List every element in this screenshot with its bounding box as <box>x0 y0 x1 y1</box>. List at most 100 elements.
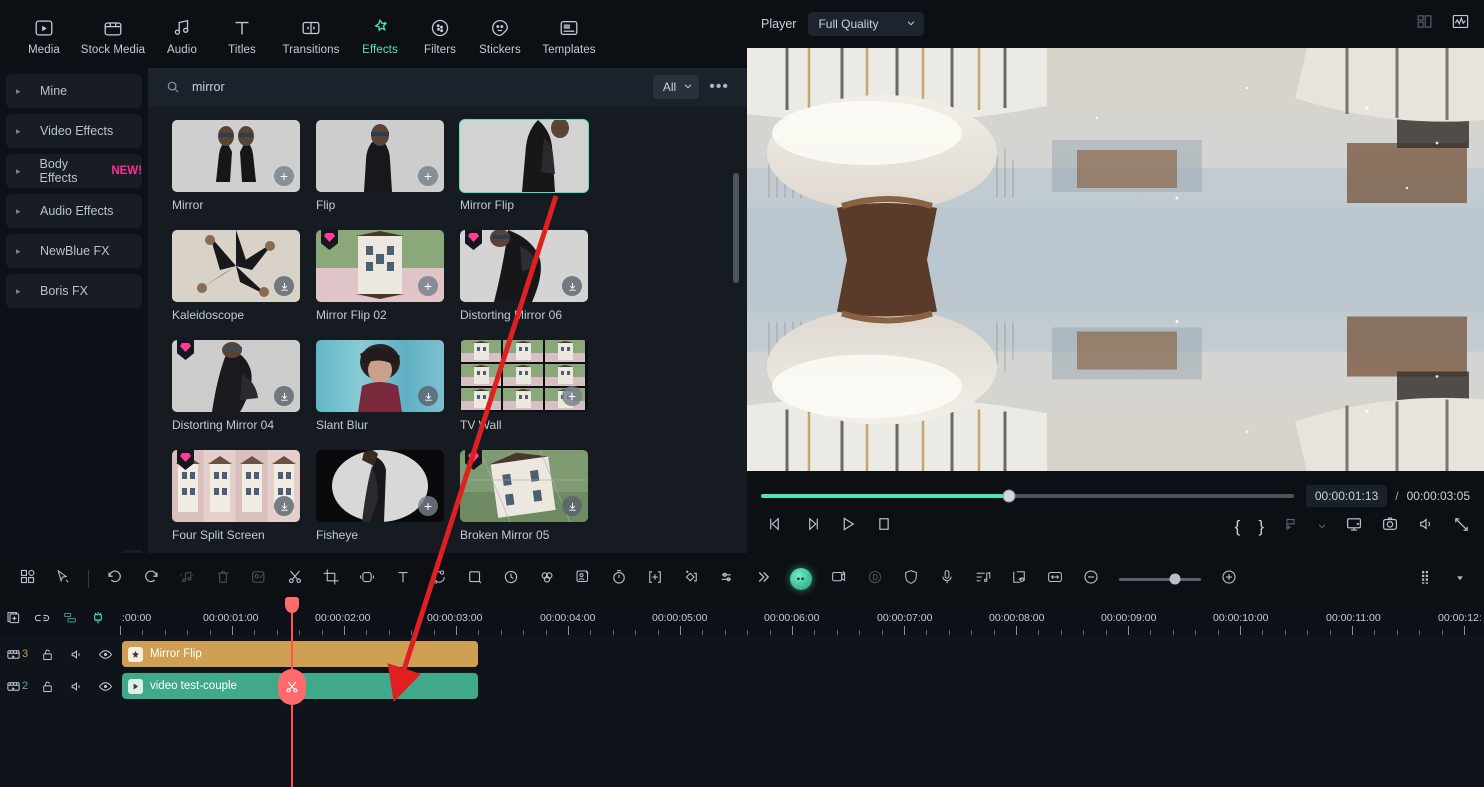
nav-transitions[interactable]: Transitions <box>272 13 350 56</box>
track-layout-icon[interactable] <box>1419 568 1437 591</box>
nav-effects[interactable]: Effects <box>350 13 410 56</box>
effect-thumbnail[interactable] <box>460 450 588 522</box>
playhead-handle[interactable] <box>285 597 299 613</box>
microphone-icon[interactable] <box>938 568 956 591</box>
seek-handle[interactable] <box>1002 489 1016 503</box>
pop-out-player-icon[interactable] <box>1345 515 1363 538</box>
grid-view-icon[interactable] <box>19 568 36 590</box>
volume-icon[interactable] <box>1417 515 1435 538</box>
timeline-ruler[interactable]: :00:00 00:00:01:00 00:00:02:00 00:00:03:00 0… <box>120 605 1484 635</box>
sidebar-item-video-effects[interactable]: ▸ Video Effects <box>6 114 142 148</box>
timeline-zoom-handle[interactable] <box>1169 573 1181 585</box>
add-effect-button[interactable]: + <box>562 386 582 406</box>
mark-out-button[interactable]: } <box>1258 517 1264 537</box>
playhead[interactable] <box>278 597 306 787</box>
effect-card[interactable]: + Flip <box>316 120 444 212</box>
effect-thumbnail[interactable]: + <box>460 340 588 412</box>
adjust-sliders-icon[interactable] <box>718 568 736 591</box>
fit-timeline-icon[interactable] <box>1046 568 1064 591</box>
search-input[interactable] <box>180 80 653 94</box>
effect-card[interactable]: + Fisheye <box>316 450 444 542</box>
nav-titles[interactable]: Titles <box>212 13 272 56</box>
add-effect-button[interactable]: + <box>274 166 294 186</box>
download-effect-button[interactable] <box>274 496 294 516</box>
text-tool-icon[interactable] <box>394 568 412 591</box>
step-backward-icon[interactable] <box>767 515 785 538</box>
caret-down-icon[interactable] <box>1455 570 1465 588</box>
nav-stock-media[interactable]: Stock Media <box>74 13 152 56</box>
select-tool-icon[interactable] <box>54 568 71 590</box>
nav-stickers[interactable]: Stickers <box>470 13 530 56</box>
effect-thumbnail[interactable] <box>172 450 300 522</box>
snapshot-camera-icon[interactable] <box>1381 515 1399 538</box>
effect-card[interactable]: Kaleidoscope <box>172 230 300 322</box>
audio-detach-icon[interactable] <box>178 568 196 591</box>
sidebar-item-mine[interactable]: ▸ Mine <box>6 74 142 108</box>
download-effect-button[interactable] <box>274 386 294 406</box>
add-effect-button[interactable]: + <box>418 166 438 186</box>
nav-audio[interactable]: Audio <box>152 13 212 56</box>
download-effect-button[interactable] <box>562 496 582 516</box>
color-wheel-icon[interactable] <box>538 568 556 591</box>
more-tools-icon[interactable] <box>754 568 772 591</box>
track-visibility-icon[interactable] <box>98 679 113 694</box>
video-preview-canvas[interactable] <box>747 48 1484 471</box>
track-lock-icon[interactable] <box>40 679 55 694</box>
effect-thumbnail[interactable]: + <box>316 120 444 192</box>
scope-waveform-icon[interactable] <box>1451 12 1470 36</box>
stopwatch-icon[interactable] <box>610 568 628 591</box>
track-visibility-icon[interactable] <box>98 647 113 662</box>
nav-media[interactable]: Media <box>14 13 74 56</box>
effect-thumbnail[interactable] <box>459 119 589 193</box>
fullscreen-icon[interactable] <box>1453 516 1470 538</box>
quality-dropdown[interactable]: Full Quality <box>808 12 925 36</box>
add-effect-button[interactable]: + <box>418 276 438 296</box>
seek-bar[interactable] <box>761 489 1294 503</box>
mask-shape-icon[interactable] <box>466 568 484 591</box>
effect-card[interactable]: Distorting Mirror 04 <box>172 340 300 432</box>
effect-thumbnail[interactable]: + <box>316 230 444 302</box>
add-keyframe-icon[interactable] <box>646 568 664 591</box>
sidebar-item-body-effects[interactable]: ▸ Body Effects NEW! <box>6 154 142 188</box>
nav-templates[interactable]: Templates <box>530 13 608 56</box>
portrait-edit-icon[interactable] <box>574 568 592 591</box>
effect-card[interactable]: Four Split Screen <box>172 450 300 542</box>
redo-icon[interactable] <box>142 568 160 591</box>
shield-icon[interactable] <box>902 568 920 591</box>
effect-card[interactable]: Mirror Flip <box>459 119 589 212</box>
effect-thumbnail[interactable]: + <box>316 450 444 522</box>
sidebar-item-boris-fx[interactable]: ▸ Boris FX <box>6 274 142 308</box>
mark-in-button[interactable]: { <box>1235 517 1241 537</box>
export-frame-icon[interactable] <box>1282 516 1299 538</box>
track-mute-icon[interactable] <box>69 647 84 662</box>
sidebar-item-newblue-fx[interactable]: ▸ NewBlue FX <box>6 234 142 268</box>
effect-thumbnail[interactable] <box>172 340 300 412</box>
magnet-snap-icon[interactable] <box>90 610 106 631</box>
timeline-zoom-slider[interactable] <box>1119 573 1201 585</box>
crop-icon[interactable] <box>322 568 340 591</box>
ai-assistant-icon[interactable]: •• <box>790 568 812 590</box>
step-forward-icon[interactable] <box>803 515 821 538</box>
chevron-down-icon[interactable] <box>1317 518 1327 536</box>
stop-icon[interactable] <box>875 515 893 538</box>
effect-thumbnail[interactable] <box>172 230 300 302</box>
play-icon[interactable] <box>839 515 857 538</box>
add-track-icon[interactable] <box>6 610 22 631</box>
nav-filters[interactable]: Filters <box>410 13 470 56</box>
group-clips-icon[interactable] <box>62 610 78 631</box>
effect-card[interactable]: Broken Mirror 05 <box>460 450 588 542</box>
effects-scrollbar[interactable] <box>733 173 739 283</box>
track-mute-icon[interactable] <box>69 679 84 694</box>
effect-card[interactable]: + Mirror <box>172 120 300 212</box>
speed-icon[interactable] <box>502 568 520 591</box>
split-scissors-icon[interactable] <box>286 568 304 591</box>
download-effect-button[interactable] <box>418 386 438 406</box>
record-icon[interactable] <box>866 568 884 591</box>
link-clips-icon[interactable] <box>34 610 50 631</box>
delete-icon[interactable] <box>214 568 232 591</box>
filter-dropdown[interactable]: All <box>652 75 700 99</box>
zoom-in-icon[interactable] <box>1220 568 1238 591</box>
effect-card[interactable]: Slant Blur <box>316 340 444 432</box>
effect-thumbnail[interactable] <box>316 340 444 412</box>
effect-thumbnail[interactable]: + <box>172 120 300 192</box>
